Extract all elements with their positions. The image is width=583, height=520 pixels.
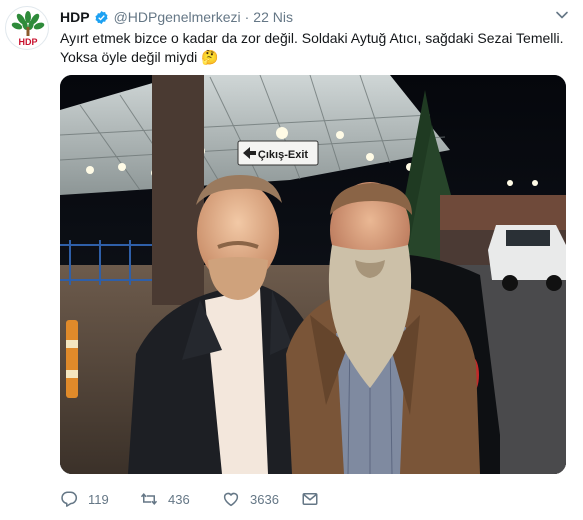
heart-icon bbox=[223, 492, 239, 507]
reply-count: 119 bbox=[88, 491, 109, 507]
direct-message-button[interactable] bbox=[301, 490, 319, 508]
avatar-text: HDP bbox=[18, 37, 37, 47]
author-name[interactable]: HDP bbox=[60, 9, 90, 25]
chevron-down-icon[interactable] bbox=[555, 8, 569, 22]
tweet-text: Ayırt etmek bizce o kadar da zor değil. … bbox=[60, 29, 570, 67]
verified-badge-icon bbox=[95, 10, 108, 24]
like-count: 3636 bbox=[250, 491, 279, 507]
tweet-header: HDP @HDPgenelmerkezi · 22 Nis bbox=[60, 7, 293, 27]
tweet-photo[interactable]: Çıkış-Exit bbox=[60, 75, 566, 474]
reply-button[interactable]: 119 bbox=[60, 490, 140, 508]
separator-dot: · bbox=[244, 9, 250, 25]
tweet-date[interactable]: 22 Nis bbox=[253, 9, 293, 25]
envelope-icon bbox=[302, 493, 318, 505]
exit-sign-text: Çıkış-Exit bbox=[258, 149, 308, 161]
tweet-text-line: Ayırt etmek bizce o kadar da zor değil. … bbox=[60, 30, 564, 46]
tweet[interactable]: HDP HDP @HDPgenelmerkezi · 22 Nis Ayırt … bbox=[0, 0, 583, 520]
retweet-count: 436 bbox=[168, 491, 190, 507]
reply-icon bbox=[61, 491, 78, 507]
like-button[interactable]: 3636 bbox=[222, 490, 301, 508]
avatar[interactable]: HDP bbox=[5, 6, 49, 50]
hdp-logo-icon: HDP bbox=[11, 11, 45, 47]
retweet-icon bbox=[140, 492, 158, 506]
author-handle[interactable]: @HDPgenelmerkezi bbox=[114, 9, 241, 25]
photo-scene: Çıkış-Exit bbox=[60, 75, 566, 474]
tweet-text-line: Yoksa öyle değil miydi 🤔 bbox=[60, 49, 219, 65]
retweet-button[interactable]: 436 bbox=[140, 490, 222, 508]
tweet-actions: 119 436 3636 bbox=[60, 487, 319, 511]
